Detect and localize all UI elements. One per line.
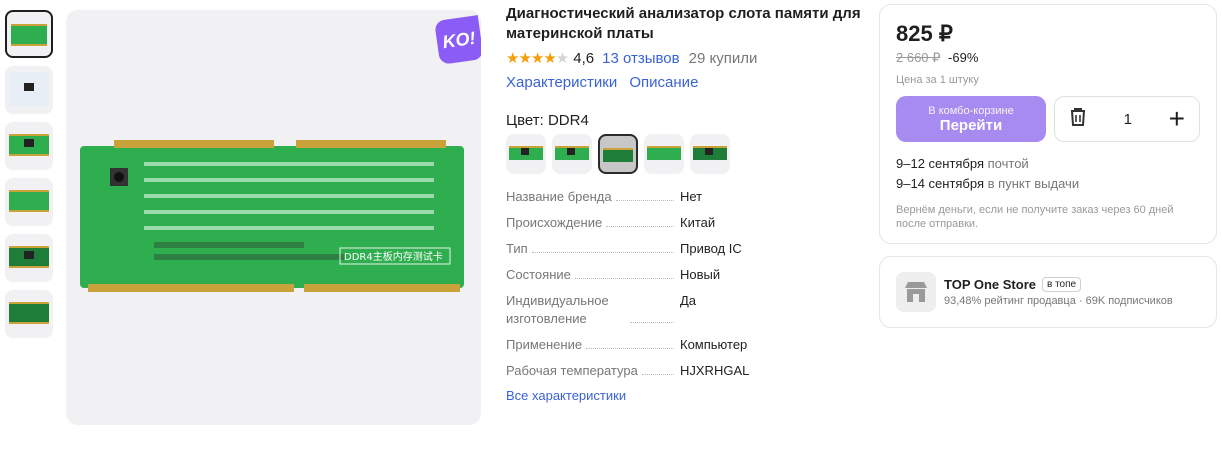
- plus-icon[interactable]: +: [1169, 105, 1185, 133]
- spec-row: Состояние Новый: [506, 266, 861, 284]
- thumbnail-5[interactable]: [5, 234, 53, 282]
- section-links: Характеристики Описание: [506, 74, 861, 96]
- delivery-option: 9–12 сентября почтой: [896, 154, 1200, 174]
- spec-value: Китай: [680, 215, 716, 230]
- thumbnail-4[interactable]: [5, 178, 53, 226]
- buy-row: В комбо-корзине Перейти 1 +: [896, 96, 1200, 142]
- refund-note: Вернём деньги, если не получите заказ че…: [896, 204, 1174, 230]
- memory-tester-board-image: DDR4主板内存测试卡: [80, 140, 464, 292]
- reviews-link[interactable]: 13 отзывов: [602, 50, 680, 67]
- quantity-stepper: 1 +: [1054, 96, 1200, 142]
- spec-value: Компьютер: [680, 337, 748, 352]
- top-seller-badge: в топе: [1042, 277, 1082, 292]
- store-icon: [896, 272, 936, 312]
- description-link[interactable]: Описание: [629, 74, 698, 91]
- delivery-method: в пункт выдачи: [987, 176, 1080, 191]
- old-price: 2 660 ₽: [896, 50, 941, 65]
- seller-name: TOP One Store: [944, 277, 1036, 292]
- seller-meta: 93,48% рейтинг продавца · 69K подписчико…: [944, 295, 1173, 307]
- delivery-option: 9–14 сентября в пункт выдачи: [896, 174, 1200, 194]
- buy-button-label: Перейти: [939, 116, 1003, 134]
- trash-icon[interactable]: [1069, 107, 1087, 132]
- spec-key: Происхождение: [506, 215, 603, 230]
- spec-value: HJXRHGAL: [680, 363, 750, 378]
- unit-price-note: Цена за 1 штуку: [896, 74, 979, 86]
- delivery-date: 9–12 сентября: [896, 156, 985, 171]
- price: 825 ₽: [896, 21, 953, 46]
- variant-5[interactable]: [690, 134, 730, 174]
- bought-count: 29 купили: [688, 49, 758, 67]
- variant-2[interactable]: [552, 134, 592, 174]
- variant-4[interactable]: [644, 134, 684, 174]
- variant-ddr4-selected[interactable]: [598, 134, 638, 174]
- spec-row: Название бренда Нет: [506, 188, 861, 206]
- delivery-method: почтой: [987, 156, 1029, 171]
- ko-promo-badge: KO!: [434, 15, 481, 65]
- spec-row: Рабочая температура HJXRHGAL: [506, 362, 861, 380]
- delivery-date: 9–14 сентября: [896, 176, 985, 191]
- variant-1[interactable]: [506, 134, 546, 174]
- spec-row: Применение Компьютер: [506, 336, 861, 354]
- spec-key: Рабочая температура: [506, 363, 638, 378]
- quantity-value: 1: [1123, 110, 1132, 128]
- rating-stars-icon: ★★★★★: [506, 50, 569, 67]
- thumbnail-list: [5, 10, 53, 346]
- delivery-options: 9–12 сентября почтой 9–14 сентября в пун…: [896, 154, 1200, 194]
- buy-button-caption: В комбо-корзине: [928, 104, 1014, 117]
- spec-row: Тип Привод IC: [506, 240, 861, 258]
- thumbnail-3[interactable]: [5, 122, 53, 170]
- spec-value: Да: [680, 293, 697, 308]
- rating-value: 4,6: [573, 49, 595, 67]
- board-label: DDR4主板内存测试卡: [344, 250, 443, 263]
- old-price-row: 2 660 ₽ -69%: [896, 50, 1200, 66]
- spec-key: Применение: [506, 337, 583, 352]
- main-product-image[interactable]: DDR4主板内存测试卡 KO!: [66, 10, 481, 425]
- spec-key: Тип: [506, 241, 528, 256]
- discount-badge: -69%: [948, 50, 979, 65]
- spec-key: Название бренда: [506, 189, 612, 204]
- spec-value: Привод IC: [680, 241, 742, 256]
- product-info: Диагностический анализатор слота памяти …: [506, 4, 861, 403]
- spec-value: Новый: [680, 267, 721, 282]
- all-specs-link[interactable]: Все характеристики: [506, 388, 861, 403]
- thumbnail-1[interactable]: [5, 10, 53, 58]
- go-to-cart-button[interactable]: В комбо-корзине Перейти: [896, 96, 1046, 142]
- spec-row: Происхождение Китай: [506, 214, 861, 232]
- product-title: Диагностический анализатор слота памяти …: [506, 5, 861, 42]
- thumbnail-6[interactable]: [5, 290, 53, 338]
- rating-row: ★★★★★ 4,6 13 отзывов 29 купили: [506, 47, 861, 69]
- specs-list: Название бренда Нет Происхождение Китай …: [506, 188, 861, 380]
- spec-key: Состояние: [506, 267, 571, 282]
- seller-card[interactable]: TOP One Store в топе 93,48% рейтинг прод…: [879, 256, 1217, 328]
- spec-key: Индивидуальное изготовление: [506, 293, 609, 326]
- thumbnail-2[interactable]: [5, 66, 53, 114]
- color-variants: [506, 134, 861, 174]
- spec-value: Нет: [680, 189, 703, 204]
- price-card: 825 ₽ 2 660 ₽ -69% Цена за 1 штуку В ком…: [879, 4, 1217, 244]
- characteristics-link[interactable]: Характеристики: [506, 74, 617, 91]
- spec-row: Индивидуальное изготовление Да: [506, 292, 861, 328]
- color-label: Цвет: DDR4: [506, 112, 589, 129]
